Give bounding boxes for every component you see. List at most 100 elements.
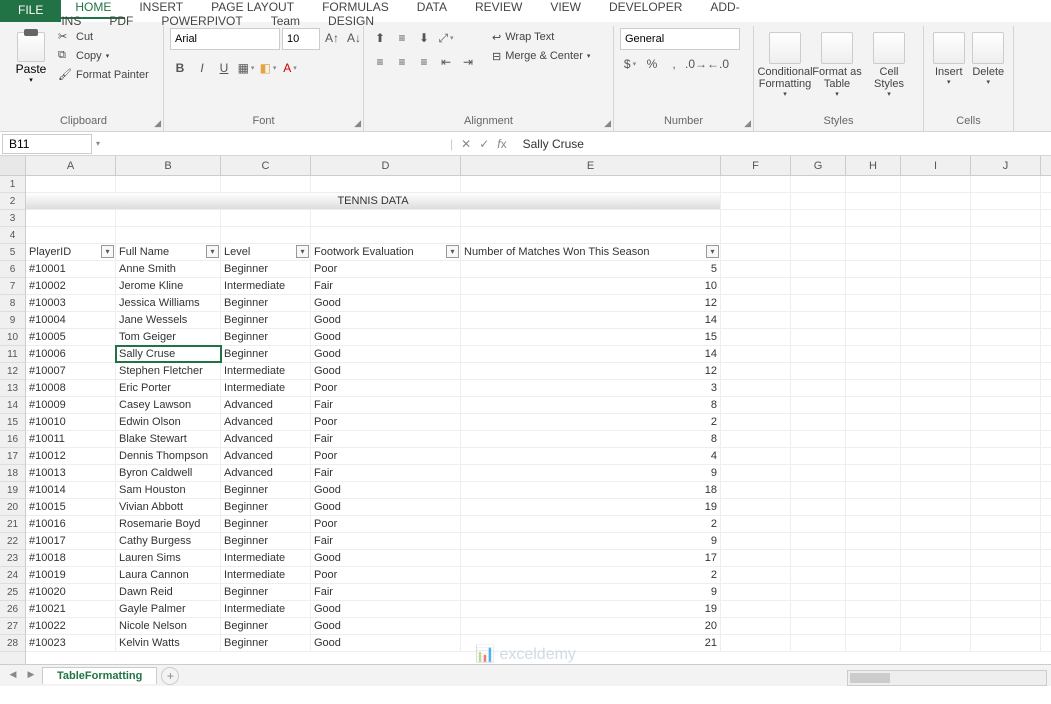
cell[interactable]: Good [311, 550, 461, 566]
cell[interactable] [116, 227, 221, 243]
cell[interactable]: #10022 [26, 618, 116, 634]
cell[interactable]: Fair [311, 465, 461, 481]
cell[interactable] [221, 176, 311, 192]
align-center-button[interactable]: ≡ [392, 52, 412, 72]
cell[interactable]: 15 [461, 329, 721, 345]
cell[interactable] [901, 465, 971, 481]
cell[interactable] [901, 312, 971, 328]
table-header[interactable]: PlayerID▾ [26, 244, 116, 260]
bold-button[interactable]: B [170, 58, 190, 78]
cell[interactable] [721, 601, 791, 617]
cell[interactable] [791, 278, 846, 294]
table-header[interactable]: Full Name▾ [116, 244, 221, 260]
cell[interactable] [971, 244, 1041, 260]
cell[interactable] [846, 227, 901, 243]
cell[interactable] [846, 448, 901, 464]
tab-developer[interactable]: DEVELOPER [595, 0, 696, 17]
cell[interactable] [311, 227, 461, 243]
cell[interactable]: 9 [461, 465, 721, 481]
cell[interactable] [791, 635, 846, 651]
cell[interactable] [791, 397, 846, 413]
italic-button[interactable]: I [192, 58, 212, 78]
row-header[interactable]: 5 [0, 244, 25, 261]
cell[interactable]: #10005 [26, 329, 116, 345]
cell[interactable]: 9 [461, 533, 721, 549]
cell[interactable] [971, 176, 1041, 192]
col-header-F[interactable]: F [721, 156, 791, 175]
cell[interactable] [791, 329, 846, 345]
cell[interactable]: Good [311, 363, 461, 379]
cell[interactable] [721, 448, 791, 464]
cell[interactable]: Intermediate [221, 278, 311, 294]
cell[interactable]: Jessica Williams [116, 295, 221, 311]
cell[interactable] [901, 227, 971, 243]
cell[interactable]: #10020 [26, 584, 116, 600]
accounting-format-button[interactable]: $ [620, 54, 640, 74]
cell[interactable]: #10001 [26, 261, 116, 277]
row-header[interactable]: 8 [0, 295, 25, 312]
cell[interactable] [846, 465, 901, 481]
cell[interactable] [846, 601, 901, 617]
cell[interactable] [846, 210, 901, 226]
cell[interactable] [846, 482, 901, 498]
cell[interactable]: Stephen Fletcher [116, 363, 221, 379]
increase-font-button[interactable]: A↑ [322, 28, 342, 48]
cell[interactable]: Dennis Thompson [116, 448, 221, 464]
cell[interactable] [846, 346, 901, 362]
filter-arrow-icon[interactable]: ▾ [101, 245, 114, 258]
cell[interactable]: 2 [461, 414, 721, 430]
cell[interactable] [971, 278, 1041, 294]
fx-icon[interactable]: fx [497, 137, 506, 151]
cell[interactable] [901, 448, 971, 464]
align-bottom-button[interactable]: ⬇ [414, 28, 434, 48]
cell[interactable]: Advanced [221, 431, 311, 447]
cell[interactable] [971, 618, 1041, 634]
cell[interactable]: Fair [311, 431, 461, 447]
cell[interactable] [846, 567, 901, 583]
cell[interactable] [971, 193, 1041, 209]
col-header-J[interactable]: J [971, 156, 1041, 175]
cell[interactable] [901, 567, 971, 583]
cell[interactable] [901, 210, 971, 226]
cell[interactable]: 2 [461, 516, 721, 532]
cell[interactable] [971, 533, 1041, 549]
cell[interactable] [791, 533, 846, 549]
cell[interactable]: #10013 [26, 465, 116, 481]
cell[interactable] [846, 261, 901, 277]
cell[interactable]: Casey Lawson [116, 397, 221, 413]
cell[interactable]: Intermediate [221, 363, 311, 379]
cell[interactable] [971, 499, 1041, 515]
cell[interactable] [721, 431, 791, 447]
decrease-font-button[interactable]: A↓ [344, 28, 364, 48]
cell[interactable] [901, 329, 971, 345]
cell[interactable]: Fair [311, 278, 461, 294]
cell[interactable]: Dawn Reid [116, 584, 221, 600]
cell[interactable] [791, 516, 846, 532]
cell[interactable]: Beginner [221, 516, 311, 532]
font-size-select[interactable] [282, 28, 320, 50]
cell[interactable] [721, 193, 791, 209]
cell[interactable]: 9 [461, 584, 721, 600]
cell[interactable] [721, 397, 791, 413]
increase-indent-button[interactable]: ⇥ [458, 52, 478, 72]
col-header-G[interactable]: G [791, 156, 846, 175]
cell[interactable]: Good [311, 346, 461, 362]
cell[interactable]: Byron Caldwell [116, 465, 221, 481]
cell[interactable]: Beginner [221, 635, 311, 651]
cell[interactable] [846, 414, 901, 430]
cell[interactable] [311, 210, 461, 226]
cell[interactable] [791, 448, 846, 464]
cell[interactable]: Advanced [221, 448, 311, 464]
row-header[interactable]: 3 [0, 210, 25, 227]
cell[interactable]: Tom Geiger [116, 329, 221, 345]
file-tab[interactable]: FILE [0, 0, 61, 22]
table-header[interactable]: Footwork Evaluation▾ [311, 244, 461, 260]
cell[interactable]: 19 [461, 499, 721, 515]
cell[interactable]: #10002 [26, 278, 116, 294]
row-header[interactable]: 25 [0, 584, 25, 601]
cell[interactable]: #10015 [26, 499, 116, 515]
cell[interactable] [846, 363, 901, 379]
cell[interactable]: Beginner [221, 499, 311, 515]
cell[interactable]: Jane Wessels [116, 312, 221, 328]
cell[interactable]: Good [311, 482, 461, 498]
